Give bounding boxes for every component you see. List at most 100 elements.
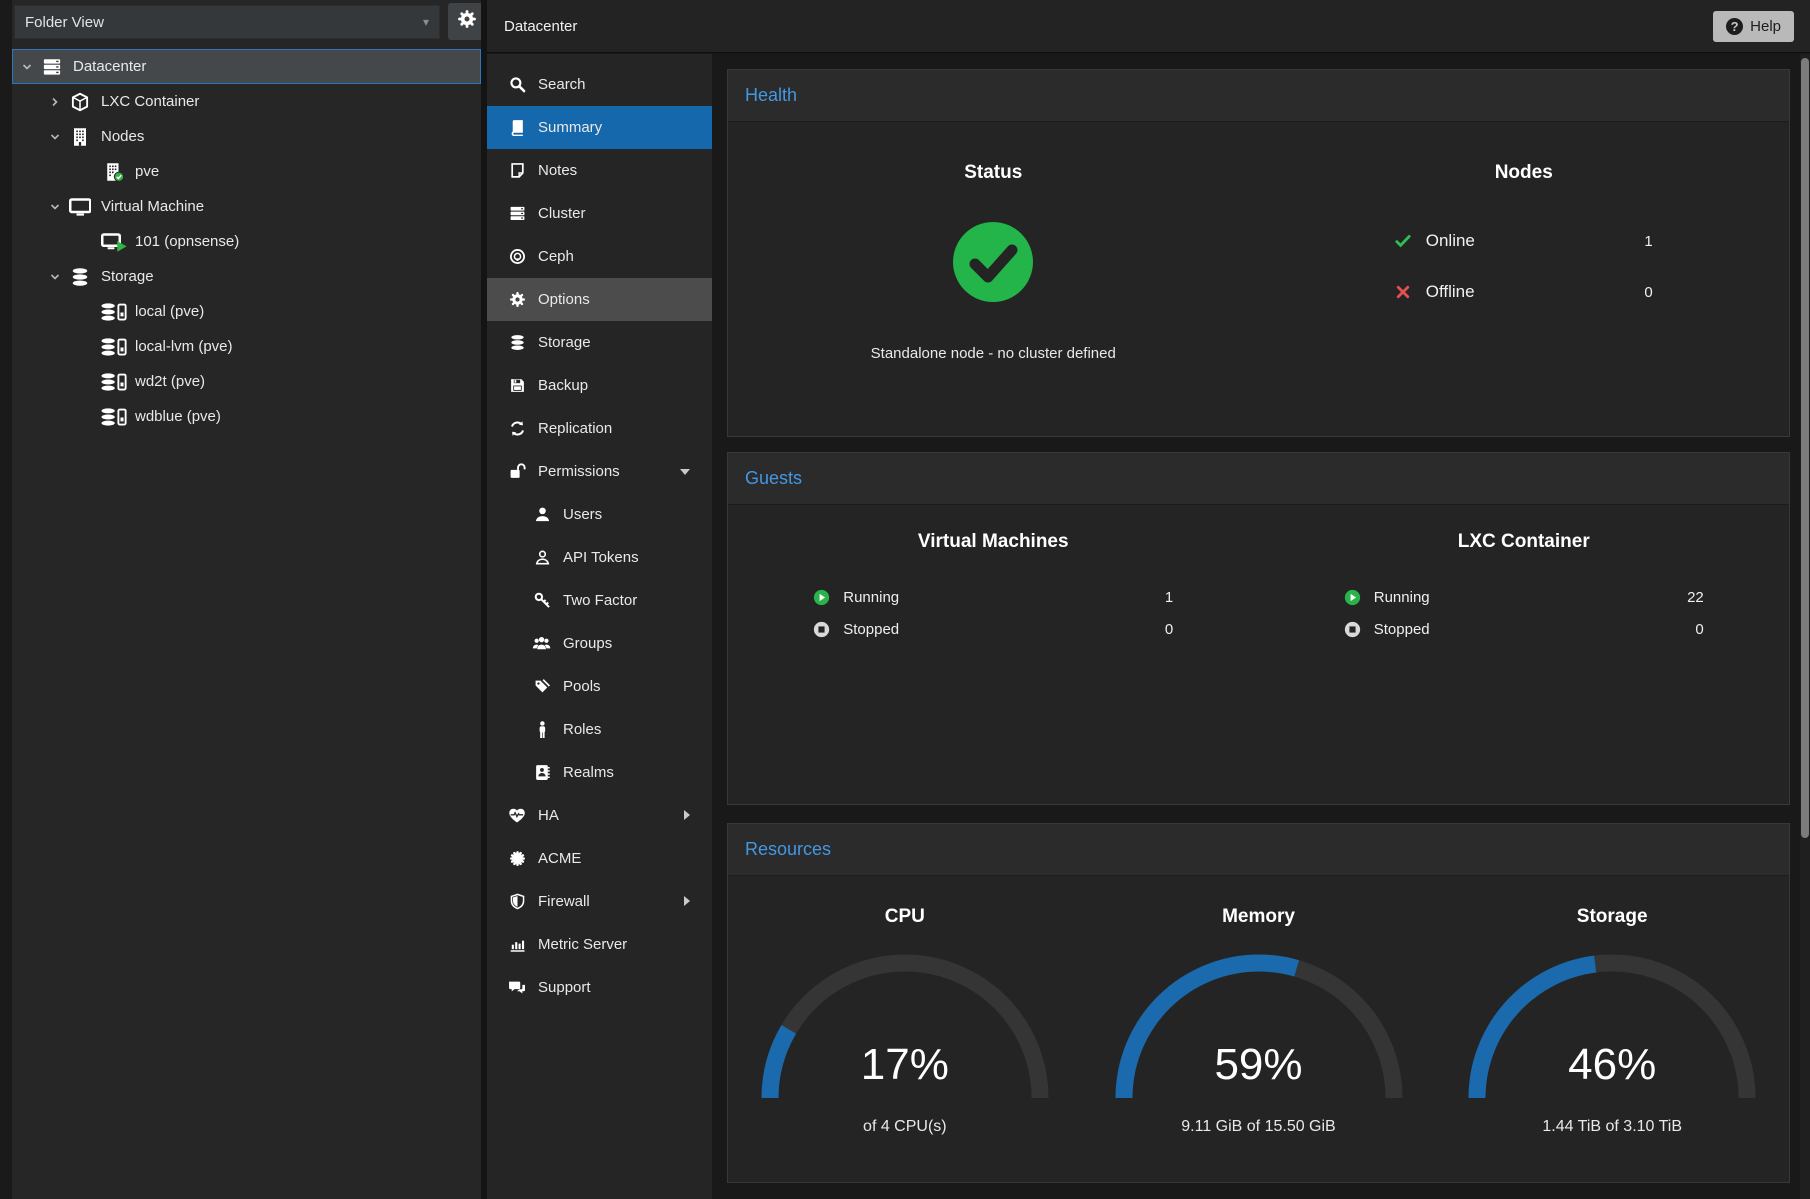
- nav-item-acme[interactable]: ACME: [487, 837, 712, 880]
- nav-item-label: HA: [538, 807, 559, 824]
- node-status-label: Offline: [1426, 282, 1475, 302]
- left-edge-strip: [0, 0, 12, 1199]
- nav-item-label: Summary: [538, 119, 602, 136]
- guest-row-label: Stopped: [1374, 621, 1430, 638]
- gauge-percent: 17%: [755, 1040, 1055, 1090]
- nav-item-pools[interactable]: Pools: [487, 665, 712, 708]
- gauge-heading: CPU: [728, 906, 1082, 928]
- gauge-arc: 46%: [1462, 946, 1762, 1106]
- tags-icon: [530, 678, 554, 695]
- datacenter-nav-panel: Search Summary NotesCluster Ceph OptionsStor…: [487, 54, 712, 1199]
- nav-item-roles[interactable]: Roles: [487, 708, 712, 751]
- guest-column-lxc-container: LXC ContainerRunning22Stopped0: [1259, 505, 1790, 647]
- view-mode-select[interactable]: Folder View ▾: [14, 5, 440, 39]
- building-icon: [64, 127, 96, 147]
- guest-row-label: Running: [1374, 589, 1430, 606]
- person-icon: [530, 721, 554, 738]
- nav-item-label: Groups: [563, 635, 612, 652]
- tree-item-pve[interactable]: pve: [12, 154, 481, 189]
- chart-bar-icon: [505, 936, 529, 953]
- database-drive-icon: [98, 372, 130, 392]
- comments-icon: [505, 979, 529, 996]
- nav-item-label: Ceph: [538, 248, 574, 265]
- tree-item-label: local (pve): [135, 303, 204, 320]
- tree-item-storage[interactable]: Storage: [12, 259, 481, 294]
- database-drive-icon: [98, 337, 130, 357]
- nav-item-label: Two Factor: [563, 592, 637, 609]
- gauge-storage: Storage46%1.44 TiB of 3.10 TiB: [1435, 876, 1789, 1136]
- chevron-down-icon[interactable]: [46, 131, 64, 143]
- tree-item-wdblue-pve[interactable]: wdblue (pve): [12, 399, 481, 434]
- address-book-icon: [530, 764, 554, 781]
- nav-item-label: Pools: [563, 678, 601, 695]
- node-status-row-online: Online1: [1395, 226, 1653, 256]
- ceph-icon: [505, 248, 529, 265]
- nav-item-firewall[interactable]: Firewall: [487, 880, 712, 923]
- stop-circle-icon: [1344, 621, 1368, 638]
- gauge-percent: 46%: [1462, 1040, 1762, 1090]
- nav-item-permissions[interactable]: Permissions: [487, 450, 712, 493]
- status-message: Standalone node - no cluster defined: [728, 345, 1259, 362]
- nav-item-label: Realms: [563, 764, 614, 781]
- chevron-down-icon[interactable]: [46, 271, 64, 283]
- tree-item-datacenter[interactable]: Datacenter: [12, 49, 481, 84]
- user-outline-icon: [530, 549, 554, 566]
- chevron-right-icon[interactable]: [46, 96, 64, 108]
- nav-item-realms[interactable]: Realms: [487, 751, 712, 794]
- nav-item-storage[interactable]: Storage: [487, 321, 712, 364]
- nav-item-two-factor[interactable]: Two Factor: [487, 579, 712, 622]
- nav-item-label: Roles: [563, 721, 601, 738]
- gauge-sublabel: 1.44 TiB of 3.10 TiB: [1435, 1118, 1789, 1136]
- tree-item-nodes[interactable]: Nodes: [12, 119, 481, 154]
- nav-item-ha[interactable]: HA: [487, 794, 712, 837]
- tree-item-local-pve[interactable]: local (pve): [12, 294, 481, 329]
- nav-item-users[interactable]: Users: [487, 493, 712, 536]
- gauge-percent: 59%: [1109, 1040, 1409, 1090]
- nav-item-options[interactable]: Options: [487, 278, 712, 321]
- nav-item-label: Firewall: [538, 893, 590, 910]
- heartbeat-icon: [505, 807, 529, 824]
- tree-item-label: Storage: [101, 268, 154, 285]
- help-button[interactable]: ? Help: [1713, 11, 1794, 42]
- database-drive-icon: [98, 302, 130, 322]
- vertical-scrollbar[interactable]: [1800, 54, 1810, 1199]
- nav-item-metric-server[interactable]: Metric Server: [487, 923, 712, 966]
- tree-item-local-lvm-pve[interactable]: local-lvm (pve): [12, 329, 481, 364]
- nav-item-summary[interactable]: Summary: [487, 106, 712, 149]
- nav-item-notes[interactable]: Notes: [487, 149, 712, 192]
- tree-item-101-opnsense[interactable]: 101 (opnsense): [12, 224, 481, 259]
- resource-tree-panel: Folder View ▾ DatacenterLXC Container Nod…: [12, 0, 481, 1199]
- nav-item-backup[interactable]: Backup: [487, 364, 712, 407]
- guest-row-running: Running1: [813, 583, 1173, 611]
- nav-item-support[interactable]: Support: [487, 966, 712, 1009]
- resources-panel-title: Resources: [745, 839, 831, 860]
- tree-settings-button[interactable]: [448, 3, 485, 40]
- nav-item-label: Metric Server: [538, 936, 627, 953]
- gauge-sublabel: of 4 CPU(s): [728, 1118, 1082, 1136]
- resource-tree: DatacenterLXC Container Nodes pveVirtual M…: [12, 49, 481, 434]
- scrollbar-thumb[interactable]: [1801, 58, 1809, 838]
- nav-item-ceph[interactable]: Ceph: [487, 235, 712, 278]
- users-icon: [530, 635, 554, 652]
- monitor-icon: [64, 197, 96, 217]
- tree-item-label: Nodes: [101, 128, 144, 145]
- guest-column-heading: Virtual Machines: [728, 531, 1259, 553]
- tree-item-lxc-container[interactable]: LXC Container: [12, 84, 481, 119]
- nav-item-label: Search: [538, 76, 586, 93]
- tree-item-label: wdblue (pve): [135, 408, 221, 425]
- guest-row-label: Running: [843, 589, 899, 606]
- nav-item-api-tokens[interactable]: API Tokens: [487, 536, 712, 579]
- node-status-row-offline: Offline0: [1395, 277, 1653, 307]
- shield-icon: [505, 893, 529, 910]
- chevron-down-icon[interactable]: [18, 61, 36, 73]
- resources-panel: Resources CPU17%of 4 CPU(s)Memory59%9.11…: [727, 823, 1790, 1183]
- nav-item-search[interactable]: Search: [487, 63, 712, 106]
- nav-item-groups[interactable]: Groups: [487, 622, 712, 665]
- tree-item-wd2t-pve[interactable]: wd2t (pve): [12, 364, 481, 399]
- chevron-down-icon[interactable]: [46, 201, 64, 213]
- server-icon: [36, 57, 68, 77]
- tree-item-virtual-machine[interactable]: Virtual Machine: [12, 189, 481, 224]
- nav-item-label: Replication: [538, 420, 612, 437]
- nav-item-replication[interactable]: Replication: [487, 407, 712, 450]
- nav-item-cluster[interactable]: Cluster: [487, 192, 712, 235]
